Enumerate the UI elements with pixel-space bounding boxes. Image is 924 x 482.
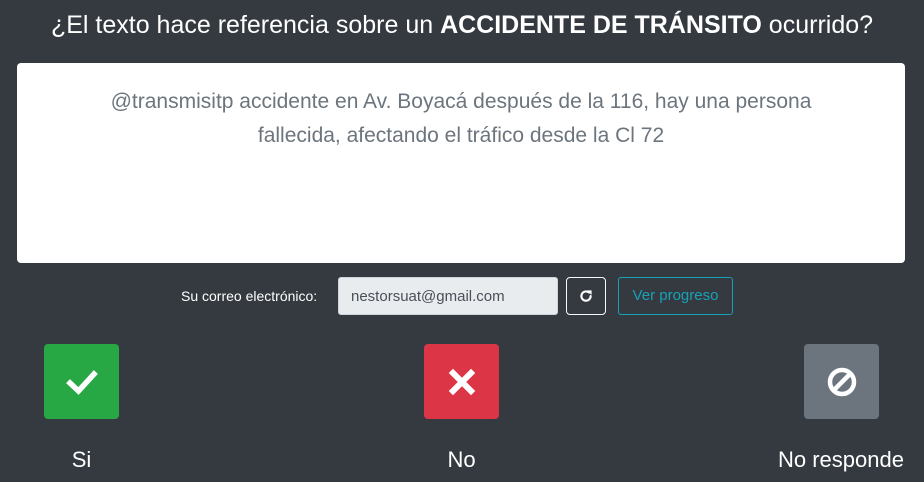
check-icon: [65, 369, 98, 395]
question-suffix: ocurrido?: [761, 11, 874, 39]
answer-no-response-button[interactable]: [804, 344, 879, 419]
email-field[interactable]: [338, 277, 558, 315]
ban-icon: [827, 367, 856, 396]
refresh-icon: [580, 290, 592, 302]
question-highlight: ACCIDENTE DE TRÁNSITO: [440, 11, 762, 39]
question-heading: ¿El texto hace referencia sobre un ACCID…: [0, 8, 924, 42]
answer-no-button[interactable]: [424, 344, 499, 419]
tweet-card: @transmisitp accidente en Av. Boyacá des…: [17, 63, 905, 263]
email-row: Su correo electrónico: Ver progreso: [0, 277, 924, 315]
answer-no-label: No: [447, 447, 476, 472]
refresh-button[interactable]: [566, 277, 606, 315]
tweet-text: @transmisitp accidente en Av. Boyacá des…: [110, 90, 812, 147]
answer-yes-button[interactable]: [44, 344, 119, 419]
answer-yes-label: Si: [71, 447, 92, 472]
annotation-page: ¿El texto hace referencia sobre un ACCID…: [0, 0, 924, 482]
email-label: Su correo electrónico:: [181, 288, 318, 304]
question-prefix: ¿El texto hace referencia sobre un: [50, 11, 441, 39]
close-icon: [448, 368, 475, 395]
view-progress-button[interactable]: Ver progreso: [618, 277, 733, 315]
answer-no-response-label: No responde: [778, 447, 904, 472]
